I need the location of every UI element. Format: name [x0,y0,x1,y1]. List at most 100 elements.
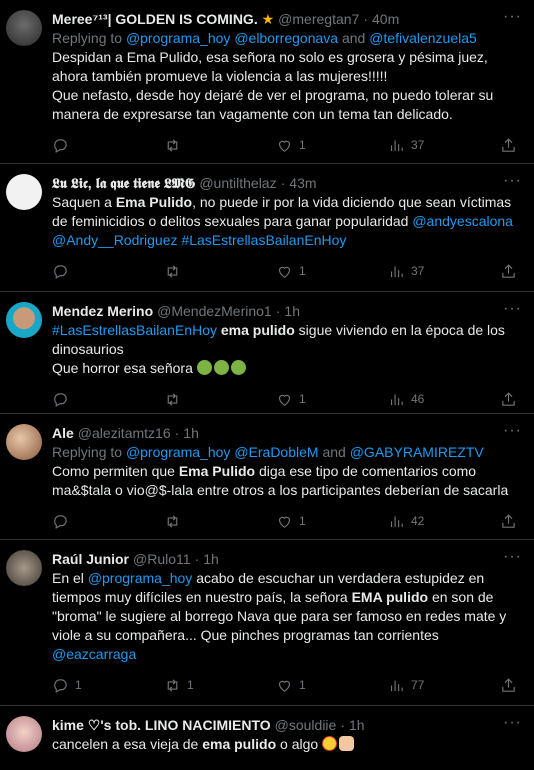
mention-link[interactable]: @tefivalenzuela5 [369,30,477,46]
reply-button[interactable] [52,391,92,408]
more-icon[interactable]: ··· [503,714,522,732]
reply-button[interactable] [52,263,92,280]
more-icon[interactable]: ··· [503,422,522,440]
tweet[interactable]: ··· Ale @alezitamtz16 · 1h Replying to @… [0,414,534,540]
share-button[interactable] [500,513,520,530]
display-name[interactable]: Mendez Merino [52,302,153,321]
share-button[interactable] [500,263,520,280]
timestamp[interactable]: 1h [183,424,199,443]
reply-icon [54,264,67,279]
views-button[interactable]: 42 [388,513,428,530]
tweet-text: cancelen a esa vieja de ema pulido o alg… [52,735,520,754]
more-icon[interactable]: ··· [503,8,522,26]
avatar[interactable] [6,10,42,46]
avatar[interactable] [6,716,42,752]
mention-link[interactable]: @elborregonava [234,30,338,46]
timestamp[interactable]: 43m [289,174,316,193]
display-name[interactable]: Ale [52,424,74,443]
mention-link[interactable]: @eazcarraga [52,646,136,662]
timestamp[interactable]: 40m [372,10,399,29]
tweet[interactable]: ··· Raúl Junior @Rulo11 · 1h En el @prog… [0,540,534,706]
like-icon [278,266,291,278]
views-icon [390,140,403,151]
share-button[interactable] [500,391,520,408]
views-button[interactable]: 37 [388,137,428,154]
reply-button[interactable] [52,137,92,154]
nauseated-face-icon [196,360,212,375]
replying-to: Replying to @programa_hoy @elborregonava… [52,30,477,46]
like-icon [278,394,291,406]
retweet-button[interactable]: 1 [164,677,204,694]
mention-link[interactable]: @Andy__Rodriguez [52,232,178,248]
mention-link[interactable]: @EraDobleM [234,444,318,460]
mention-link[interactable]: @programa_hoy [126,444,231,460]
retweet-icon [167,138,178,152]
tweet[interactable]: ··· kime ♡'s tob. LINO NACIMIENTO @sould… [0,706,534,770]
like-button[interactable]: 1 [276,677,316,694]
display-name[interactable]: Raúl Junior [52,550,129,569]
like-button[interactable]: 1 [276,263,316,280]
mention-link[interactable]: @programa_hoy [88,570,193,586]
handle[interactable]: @MendezMerino1 [157,302,272,321]
hashtag-link[interactable]: #LasEstrellasBailanEnHoy [181,232,346,248]
handle[interactable]: @untilthelaz [199,174,276,193]
share-button[interactable] [500,677,520,694]
views-button[interactable]: 77 [388,677,428,694]
retweet-button[interactable] [164,137,204,154]
tweet-actions: 1 37 [52,132,520,158]
reply-button[interactable]: 1 [52,677,92,694]
retweet-button[interactable] [164,263,204,280]
views-button[interactable]: 37 [388,263,428,280]
tweet[interactable]: ··· 𝕷𝖚 𝕷𝖎𝖈, 𝖑𝖆 𝖖𝖚𝖊 𝖙𝖎𝖊𝖓𝖊 𝕷𝕸𝕲 @untilthela… [0,164,534,292]
tweet[interactable]: ··· Mendez Merino @MendezMerino1 · 1h #L… [0,292,534,414]
hashtag-link[interactable]: #LasEstrellasBailanEnHoy [52,322,217,338]
display-name[interactable]: 𝕷𝖚 𝕷𝖎𝖈, 𝖑𝖆 𝖖𝖚𝖊 𝖙𝖎𝖊𝖓𝖊 𝕷𝕸𝕲 [52,174,195,193]
more-icon[interactable]: ··· [503,300,522,318]
mention-link[interactable]: @GABYRAMIREZTV [350,444,484,460]
display-name[interactable]: Meree⁷¹³| GOLDEN IS COMING. [52,10,258,29]
share-icon [502,137,515,152]
avatar[interactable] [6,424,42,460]
handle[interactable]: @alezitamtz16 [78,424,171,443]
like-button[interactable]: 1 [276,513,316,530]
retweet-button[interactable] [164,513,204,530]
reply-icon [54,514,67,529]
tweet-actions: 1 37 [52,258,520,284]
tweet[interactable]: ··· Meree⁷¹³| GOLDEN IS COMING. ★ @mereg… [0,0,534,164]
tweet-text: Como permiten que Ema Pulido diga ese ti… [52,463,509,498]
timestamp[interactable]: 1h [203,550,219,569]
retweet-button[interactable] [164,391,204,408]
timestamp[interactable]: 1h [349,716,365,735]
timestamp[interactable]: 1h [284,302,300,321]
mention-link[interactable]: @andyescalona [412,213,513,229]
reply-icon [54,678,67,693]
avatar[interactable] [6,174,42,210]
handle[interactable]: @souldiie [275,716,337,735]
handle[interactable]: @meregtan7 [278,10,359,29]
retweet-icon [167,264,178,278]
handle[interactable]: @Rulo11 [133,550,191,569]
more-icon[interactable]: ··· [503,172,522,190]
tweet-text: #LasEstrellasBailanEnHoy ema pulido sigu… [52,322,505,376]
avatar[interactable] [6,302,42,338]
like-icon [278,140,291,152]
views-icon [390,680,403,691]
more-icon[interactable]: ··· [503,548,522,566]
tweet-text: Saquen a Ema Pulido, no puede ir por la … [52,194,513,248]
share-icon [502,677,515,692]
like-icon [278,680,291,692]
share-icon [502,391,515,406]
pointing-up-icon [339,736,355,751]
views-button[interactable]: 46 [388,391,428,408]
tweet-actions: 1 1 1 77 [52,672,520,698]
views-icon [390,394,403,405]
reply-icon [54,392,67,407]
share-button[interactable] [500,137,520,154]
reply-icon [54,138,67,153]
avatar[interactable] [6,550,42,586]
like-button[interactable]: 1 [276,391,316,408]
mention-link[interactable]: @programa_hoy [126,30,231,46]
reply-button[interactable] [52,513,92,530]
display-name[interactable]: kime ♡'s tob. LINO NACIMIENTO [52,716,271,735]
like-button[interactable]: 1 [276,137,316,154]
